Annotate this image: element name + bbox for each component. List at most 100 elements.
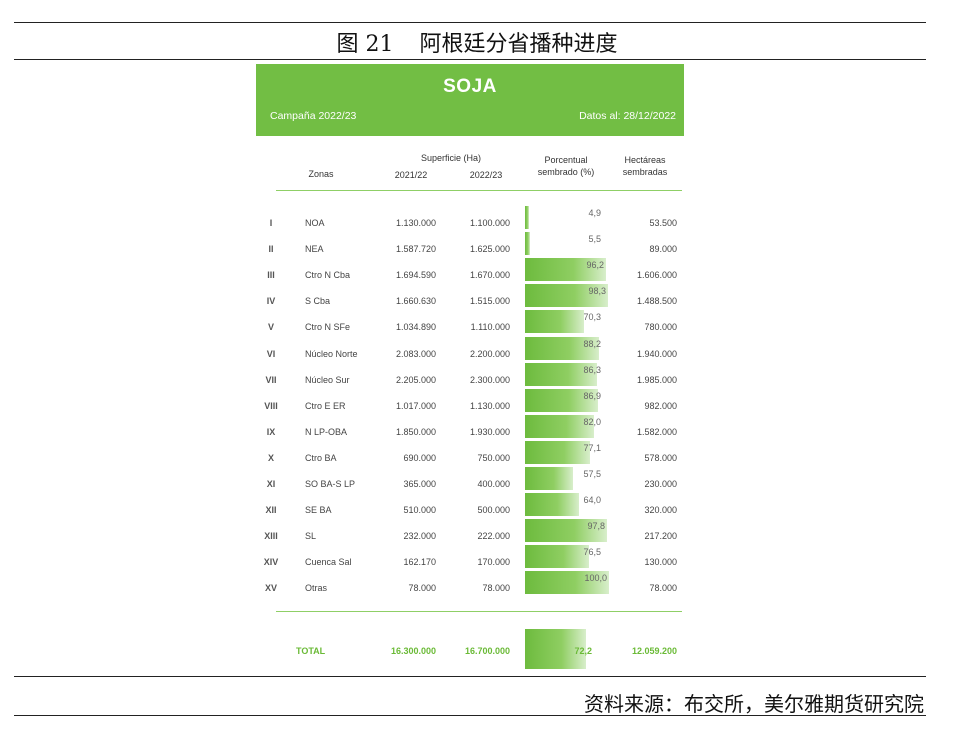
percent-label: 4,9 (588, 208, 601, 218)
zone-number: IX (266, 426, 276, 437)
percent-label: 77,1 (583, 442, 601, 453)
percent-label: 98,3 (588, 286, 606, 297)
zone-number: XI (266, 479, 276, 489)
total-divider (276, 611, 682, 612)
source-note: 资料来源：布交所，美尔雅期货研究院 (584, 692, 924, 716)
figure-number: 图 21 (336, 32, 394, 57)
total-percent-label: 72,2 (574, 646, 592, 656)
percent-label: 57,5 (583, 469, 601, 479)
area-2022: 500.000 (477, 505, 510, 516)
area-2022: 1.110.000 (470, 322, 510, 333)
total-hectares: 12.059.200 (631, 646, 677, 656)
hectares-sown: 89.000 (649, 244, 677, 255)
area-2022: 78.000 (482, 583, 510, 594)
area-2021: 2.083.000 (395, 348, 436, 359)
zone-name: SE BA (305, 505, 332, 516)
zone-number: III (267, 270, 275, 281)
title-rule (14, 59, 926, 60)
area-2021: 1.694.590 (395, 270, 436, 281)
area-2022: 1.100.000 (469, 218, 510, 228)
header-2021: 2021/22 (394, 170, 428, 180)
zone-name: Otras (305, 583, 328, 594)
area-2021: 1.587.720 (395, 244, 436, 255)
hectares-sown: 217.200 (644, 531, 677, 542)
area-2021: 2.205.000 (395, 374, 436, 385)
zone-name: Núcleo Sur (305, 374, 350, 385)
hectares-sown: 780.000 (644, 322, 677, 333)
area-2022: 1.515.000 (469, 296, 510, 307)
zone-name: NOA (305, 218, 325, 228)
hectares-sown: 1.606.000 (636, 270, 677, 281)
bottom-rule (14, 715, 926, 716)
hectares-sown: 53.500 (649, 218, 677, 228)
area-2021: 365.000 (403, 479, 436, 489)
figure-title: 图 21 阿根廷分省播种进度 (0, 26, 954, 58)
area-2021: 690.000 (403, 452, 436, 463)
zone-number: XV (264, 583, 277, 594)
zone-number: V (267, 322, 274, 333)
header-divider (276, 190, 682, 191)
hectares-sown: 320.000 (644, 505, 677, 516)
area-2022: 1.625.000 (469, 244, 510, 255)
header-2022: 2022/23 (469, 170, 503, 180)
zone-number: VI (266, 348, 276, 359)
percent-label: 70,3 (583, 312, 601, 323)
area-2022: 170.000 (477, 557, 510, 568)
header-hectareas-line2: sembradas (622, 167, 668, 177)
header-porcentual: Porcentual sembrado (%) (526, 154, 606, 178)
figure-caption: 阿根廷分省播种进度 (419, 32, 618, 57)
hectares-sown: 1.582.000 (636, 426, 677, 437)
progress-bar (525, 232, 530, 256)
zone-number: XII (265, 505, 277, 516)
area-2021: 1.850.000 (395, 426, 436, 437)
source-top-rule (14, 676, 926, 677)
total-label: TOTAL (296, 646, 326, 656)
zone-name: SL (305, 531, 317, 542)
area-2021: 162.170 (403, 557, 436, 568)
percent-label: 86,9 (583, 390, 601, 401)
percent-label: 64,0 (583, 495, 601, 506)
area-2021: 232.000 (403, 531, 436, 542)
hectares-sown: 578.000 (644, 452, 677, 463)
zone-number: VIII (264, 400, 278, 411)
total-2022: 16.700.000 (464, 646, 510, 656)
header-zonas: Zonas (308, 169, 334, 179)
area-2022: 222.000 (477, 531, 510, 542)
area-2021: 510.000 (403, 505, 436, 516)
percent-label: 76,5 (583, 547, 601, 558)
zone-name: S Cba (305, 296, 331, 307)
progress-bar (525, 206, 529, 229)
zone-name: Núcleo Norte (305, 348, 358, 359)
hectares-sown: 130.000 (644, 557, 677, 568)
area-2021: 1.660.630 (395, 296, 436, 307)
campaign-label: Campaña 2022/23 (270, 110, 357, 122)
area-2022: 2.200.000 (469, 348, 510, 359)
percent-label: 97,8 (587, 521, 605, 532)
percent-label: 88,2 (583, 338, 601, 349)
zone-number: VII (265, 374, 277, 385)
soja-panel: SOJA Campaña 2022/23 Datos al: 28/12/202… (256, 64, 684, 670)
top-rule (14, 22, 926, 23)
area-2021: 1.017.000 (395, 400, 436, 411)
percent-label: 82,0 (583, 416, 601, 427)
data-date: Datos al: 28/12/2022 (579, 110, 676, 122)
zone-number: X (267, 452, 274, 463)
hectares-sown: 78.000 (649, 583, 677, 594)
area-2022: 750.000 (477, 452, 510, 463)
zone-number: II (268, 244, 274, 255)
zone-number: IV (266, 296, 276, 307)
zone-name: SO BA-S LP (305, 479, 356, 489)
hectares-sown: 1.985.000 (636, 374, 677, 385)
zone-name: NEA (305, 244, 324, 255)
panel-title: SOJA (443, 76, 497, 97)
area-2022: 2.300.000 (469, 374, 510, 385)
hectares-sown: 982.000 (644, 400, 677, 411)
area-2022: 1.130.000 (469, 400, 510, 411)
panel-banner: SOJA Campaña 2022/23 Datos al: 28/12/202… (256, 64, 684, 136)
area-2022: 1.670.000 (469, 270, 510, 281)
zone-name: Ctro BA (305, 452, 337, 463)
header-porcentual-line2: sembrado (%) (537, 167, 595, 177)
zone-name: Ctro N Cba (305, 270, 351, 281)
zone-name: Cuenca Sal (305, 557, 352, 568)
total-2021: 16.300.000 (390, 646, 436, 656)
